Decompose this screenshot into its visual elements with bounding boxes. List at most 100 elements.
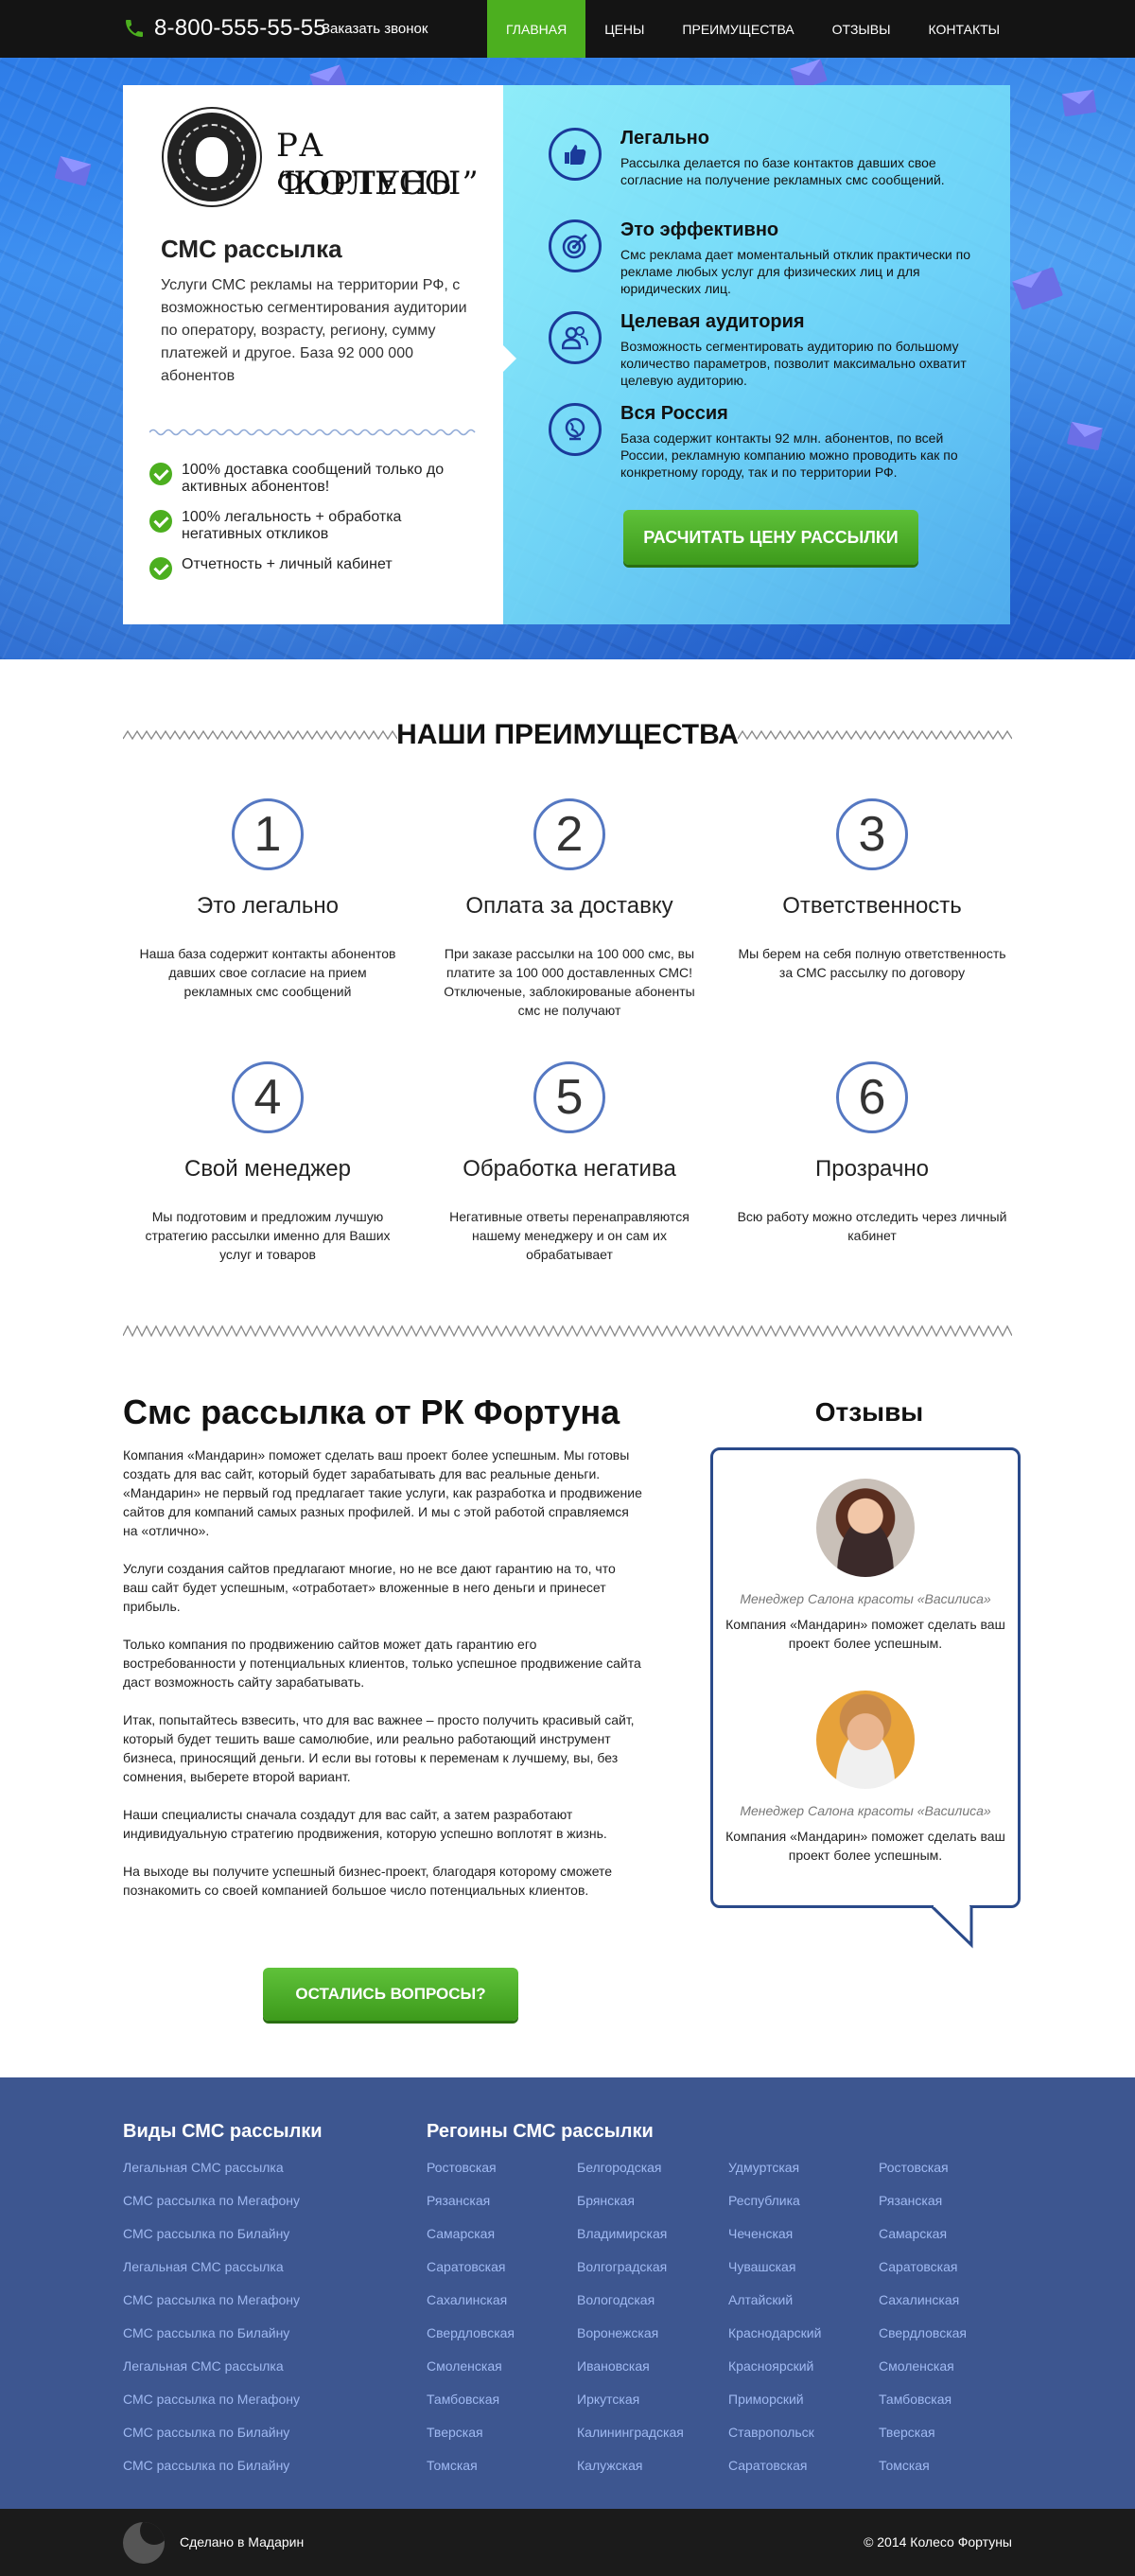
footer-region-link[interactable]: Ростовская [427, 2160, 497, 2175]
hero-section: РА “КОЛЕСО ФОРТУНЫ” СМС рассылка Услуги … [0, 58, 1135, 659]
footer-type-link[interactable]: СМС рассылка по Мегафону [123, 2292, 300, 2307]
about-paragraph: Услуги создания сайтов предлагают многие… [123, 1561, 616, 1614]
footer-regions-column: Белгородская Брянская Владимирская Волгогра… [577, 2159, 684, 2490]
footer-region-link[interactable]: Чеченская [728, 2226, 793, 2241]
phone-number[interactable]: 8-800-555-55-55 [154, 15, 326, 42]
nav-item-reviews[interactable]: ОТЗЫВЫ [813, 0, 910, 58]
footer-region-link[interactable]: Рязанская [879, 2193, 942, 2208]
footer-region-link[interactable]: Вологодская [577, 2292, 655, 2307]
advantage-number: 1 [232, 798, 304, 870]
mandarin-logo-icon[interactable] [123, 2522, 165, 2564]
footer-region-link[interactable]: Краснодарский [728, 2325, 821, 2340]
footer-region-item: Иркутская [577, 2391, 684, 2424]
footer-region-link[interactable]: Красноярский [728, 2358, 813, 2374]
hero-description: Услуги СМС рекламы на территории РФ, с в… [161, 277, 467, 384]
footer-region-link[interactable]: Рязанская [427, 2193, 490, 2208]
footer-region-link[interactable]: Томская [879, 2458, 930, 2473]
copyright: © 2014 Колесо Фортуны [864, 2534, 1012, 2550]
features-panel: Легально Рассылка делается по базе конта… [503, 85, 1010, 624]
advantage-text: Наша база содержит контакты абонентов да… [139, 946, 396, 999]
feature-title: Это эффективно [620, 219, 779, 240]
footer-region-link[interactable]: Приморский [728, 2392, 804, 2407]
benefit-text: Отчетность + личный кабинет [182, 556, 393, 572]
footer-region-link[interactable]: Смоленская [879, 2358, 954, 2374]
footer-type-link[interactable]: СМС рассылка по Билайну [123, 2425, 289, 2440]
target-icon [549, 219, 602, 272]
footer-region-item: Чеченская [728, 2225, 821, 2258]
questions-button[interactable]: ОСТАЛИСЬ ВОПРОСЫ? [263, 1968, 518, 2021]
footer-region-link[interactable]: Смоленская [427, 2358, 502, 2374]
footer-region-link[interactable]: Ивановская [577, 2358, 650, 2374]
footer-region-link[interactable]: Владимирская [577, 2226, 667, 2241]
about-paragraph: Компания «Мандарин» поможет сделать ваш … [123, 1447, 642, 1538]
zigzag-divider [123, 1324, 1012, 1338]
footer-region-link[interactable]: Белгородская [577, 2160, 662, 2175]
footer-region-link[interactable]: Иркутская [577, 2392, 639, 2407]
footer-region-link[interactable]: Тверская [879, 2425, 935, 2440]
footer-region-link[interactable]: Томская [427, 2458, 478, 2473]
footer-region-item: Томская [427, 2457, 515, 2490]
footer-region-link[interactable]: Саратовская [427, 2259, 505, 2274]
footer-type-link[interactable]: СМС рассылка по Мегафону [123, 2392, 300, 2407]
people-icon [549, 311, 602, 364]
nav-item-prices[interactable]: ЦЕНЫ [585, 0, 663, 58]
reviews-title: Отзывы [814, 1397, 924, 1427]
nav-item-contacts[interactable]: КОНТАКТЫ [910, 0, 1020, 58]
footer-type-link[interactable]: СМС рассылка по Билайну [123, 2458, 289, 2473]
footer-type-item: СМС рассылка по Билайну [123, 2457, 300, 2490]
about-paragraph: Итак, попытайтесь взвесить, что для вас … [123, 1712, 635, 1784]
footer-region-link[interactable]: Сахалинская [427, 2292, 507, 2307]
footer-region-item: Ивановская [577, 2357, 684, 2391]
advantage-item: 2 Оплата за доставку При заказе рассылки… [423, 798, 716, 1020]
footer-region-item: Красноярский [728, 2357, 821, 2391]
footer-region-link[interactable]: Калужская [577, 2458, 642, 2473]
footer-region-item: Тверская [879, 2424, 967, 2457]
advantages-heading: НАШИ ПРЕИМУЩЕСТВА [123, 716, 1012, 754]
footer-region-link[interactable]: Тамбовская [879, 2392, 952, 2407]
nav-item-home[interactable]: ГЛАВНАЯ [487, 0, 586, 58]
nav-item-advantages[interactable]: ПРЕИМУЩЕСТВА [663, 0, 812, 58]
footer-region-item: Владимирская [577, 2225, 684, 2258]
footer-type-link[interactable]: Легальная СМС рассылка [123, 2358, 284, 2374]
footer-region-link[interactable]: Тамбовская [427, 2392, 499, 2407]
calculate-price-button[interactable]: РАСЧИТАТЬ ЦЕНУ РАССЫЛКИ [623, 510, 918, 565]
footer-region-link[interactable]: Удмуртская [728, 2160, 799, 2175]
footer-type-link[interactable]: Легальная СМС рассылка [123, 2160, 284, 2175]
footer-region-item: Вологодская [577, 2291, 684, 2324]
footer-region-link[interactable]: Воронежская [577, 2325, 658, 2340]
advantage-title: Оплата за доставку [465, 893, 673, 919]
footer-region-link[interactable]: Ростовская [879, 2160, 949, 2175]
footer-region-link[interactable]: Алтайский [728, 2292, 793, 2307]
footer-type-link[interactable]: СМС рассылка по Билайну [123, 2226, 289, 2241]
footer-region-link[interactable]: Брянская [577, 2193, 635, 2208]
footer-region-link[interactable]: Самарская [879, 2226, 947, 2241]
footer-region-link[interactable]: Чувашская [728, 2259, 795, 2274]
footer-type-link[interactable]: СМС рассылка по Мегафону [123, 2193, 300, 2208]
footer-type-item: СМС рассылка по Билайну [123, 2424, 300, 2457]
avatar [816, 1691, 915, 1789]
footer-region-link[interactable]: Сахалинская [879, 2292, 959, 2307]
footer-type-link[interactable]: СМС рассылка по Билайну [123, 2325, 289, 2340]
footer-region-link[interactable]: Волгоградская [577, 2259, 667, 2274]
footer-region-link[interactable]: Самарская [427, 2226, 495, 2241]
footer-region-link[interactable]: Республика [728, 2193, 800, 2208]
footer-region-link[interactable]: Свердловская [879, 2325, 967, 2340]
top-bar: 8-800-555-55-55 Заказать звонок ГЛАВНАЯ … [0, 0, 1135, 58]
footer-type-item: Легальная СМС рассылка [123, 2159, 300, 2192]
footer-type-item: СМС рассылка по Мегафону [123, 2192, 300, 2225]
callback-link[interactable]: Заказать звонок [322, 21, 428, 37]
thumbs-up-icon [549, 128, 602, 181]
footer-region-link[interactable]: Свердловская [427, 2325, 515, 2340]
footer-type-link[interactable]: Легальная СМС рассылка [123, 2259, 284, 2274]
footer-type-item: Легальная СМС рассылка [123, 2258, 300, 2291]
footer-region-link[interactable]: Саратовская [879, 2259, 957, 2274]
check-icon [149, 463, 172, 485]
footer-region-link[interactable]: Калининградская [577, 2425, 684, 2440]
globe-icon [549, 403, 602, 456]
footer-region-link[interactable]: Ставропольск [728, 2425, 814, 2440]
footer-region-link[interactable]: Тверская [427, 2425, 483, 2440]
made-by-text[interactable]: Сделано в Мадарин [180, 2534, 304, 2550]
footer-region-link[interactable]: Саратовская [728, 2458, 807, 2473]
footer-regions-column: Удмуртская Республика Чеченская Чувашская Ал… [728, 2159, 821, 2490]
footer-type-item: СМС рассылка по Билайну [123, 2225, 300, 2258]
